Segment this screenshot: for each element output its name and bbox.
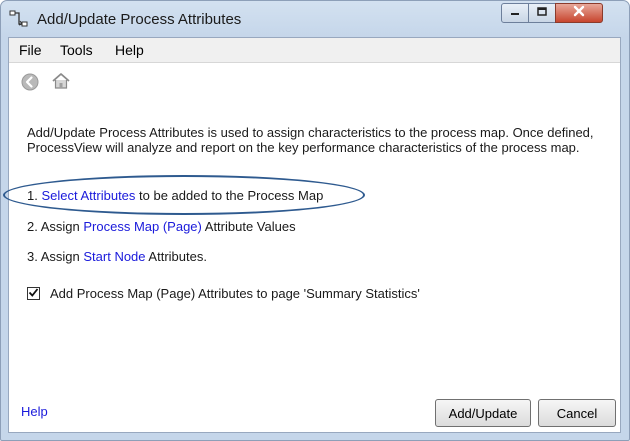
minimize-button[interactable] xyxy=(501,3,529,23)
maximize-button[interactable] xyxy=(528,3,556,23)
cancel-button[interactable]: Cancel xyxy=(538,399,616,427)
dialog-window: Add/Update Process Attributes File Tools… xyxy=(0,0,630,441)
navigation-bar xyxy=(9,63,620,97)
minimize-icon xyxy=(509,4,521,22)
step-2-suffix: Attribute Values xyxy=(201,219,296,234)
step-3-prefix: 3. Assign xyxy=(27,249,84,264)
summary-statistics-checkbox-row[interactable]: Add Process Map (Page) Attributes to pag… xyxy=(27,286,420,301)
menu-bar: File Tools Help xyxy=(9,38,620,63)
checkmark-icon xyxy=(28,286,39,301)
process-map-page-link[interactable]: Process Map (Page) xyxy=(83,219,202,234)
intro-text: Add/Update Process Attributes is used to… xyxy=(27,125,594,155)
dialog-content: File Tools Help Add/Update Process Attri… xyxy=(3,37,621,433)
step-assign-start-node: 3. Assign Start Node Attributes. xyxy=(27,249,207,264)
summary-statistics-checkbox-label: Add Process Map (Page) Attributes to pag… xyxy=(50,286,420,301)
summary-statistics-checkbox[interactable] xyxy=(27,287,40,300)
window-title: Add/Update Process Attributes xyxy=(37,11,242,28)
add-update-button[interactable]: Add/Update xyxy=(435,399,531,427)
maximize-icon xyxy=(536,4,548,22)
menu-help[interactable]: Help xyxy=(115,42,144,58)
step-assign-page-attributes: 2. Assign Process Map (Page) Attribute V… xyxy=(27,219,296,234)
highlight-oval xyxy=(3,175,365,215)
title-bar[interactable]: Add/Update Process Attributes xyxy=(1,1,629,37)
start-node-link[interactable]: Start Node xyxy=(83,249,145,264)
menu-tools[interactable]: Tools xyxy=(60,42,93,58)
close-button[interactable] xyxy=(555,3,603,23)
menu-file[interactable]: File xyxy=(19,42,42,58)
process-map-icon xyxy=(9,9,29,29)
back-arrow-icon[interactable] xyxy=(21,73,39,96)
close-icon xyxy=(572,4,586,22)
help-link[interactable]: Help xyxy=(21,404,48,419)
home-icon[interactable] xyxy=(51,71,71,96)
step-2-prefix: 2. Assign xyxy=(27,219,84,234)
step-3-suffix: Attributes. xyxy=(145,249,207,264)
